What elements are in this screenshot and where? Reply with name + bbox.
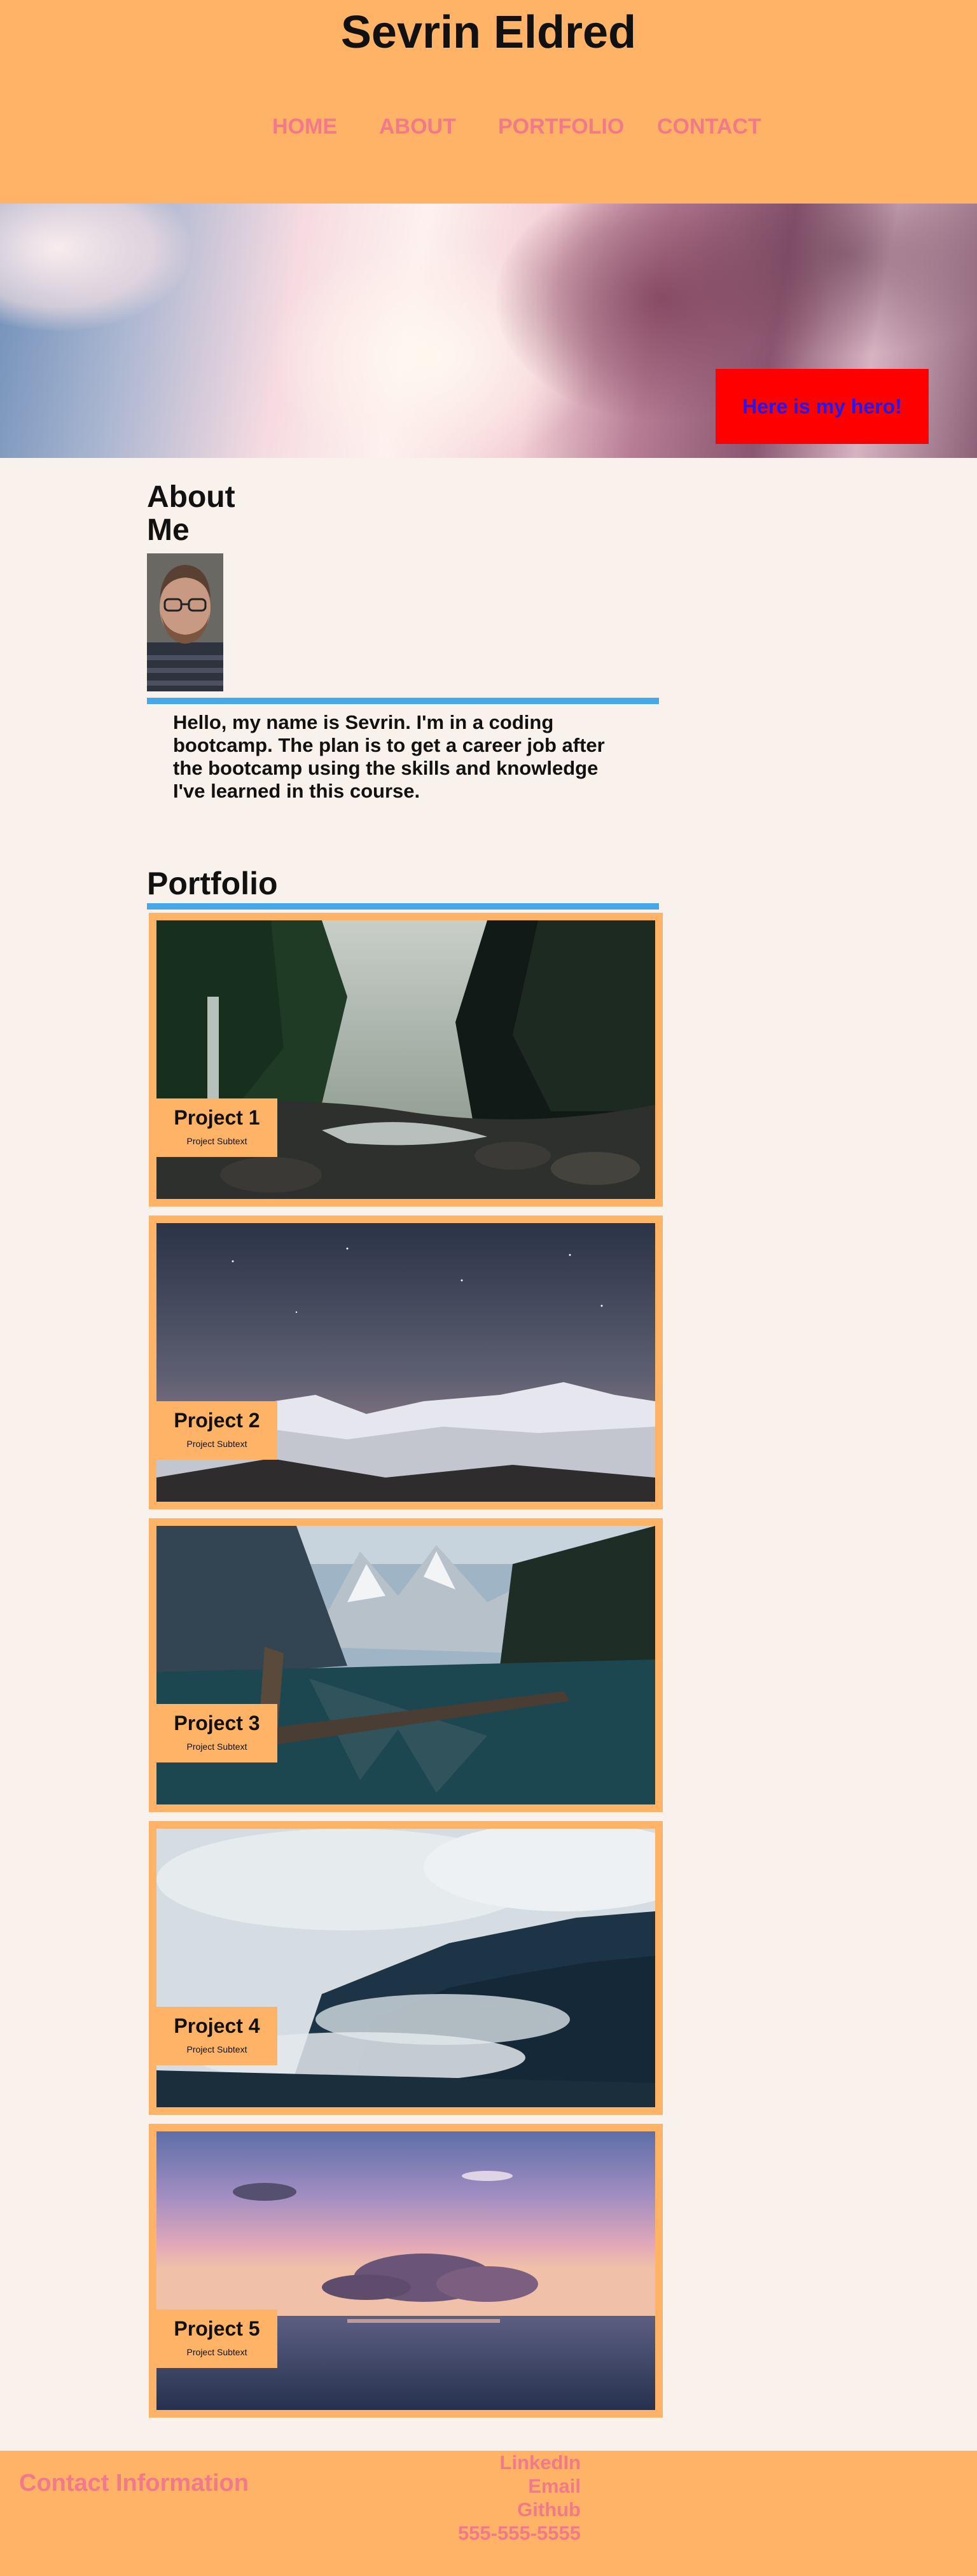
portfolio-heading: Portfolio — [147, 866, 278, 901]
project-label: Project 1 Project Subtext — [156, 1098, 277, 1157]
github-link[interactable]: Github — [458, 2498, 581, 2521]
hero-callout: Here is my hero! — [716, 369, 929, 444]
nav-home-link[interactable]: HOME — [272, 114, 337, 139]
project-card[interactable]: Project 1 Project Subtext — [149, 913, 663, 1207]
project-subtitle: Project Subtext — [186, 1439, 247, 1449]
nav-contact-link[interactable]: CONTACT — [657, 114, 761, 139]
site-header: Sevrin Eldred HOME ABOUT PORTFOLIO CONTA… — [0, 0, 977, 204]
project-card[interactable]: Project 5 Project Subtext — [149, 2124, 663, 2418]
project-title: Project 4 — [174, 2014, 260, 2037]
contact-heading: Contact Information — [19, 2470, 249, 2496]
hero-cloud — [0, 204, 191, 331]
portfolio-divider — [147, 903, 659, 910]
about-heading: About Me — [147, 480, 235, 547]
hero-banner: Here is my hero! — [0, 204, 977, 458]
nav-about-link[interactable]: ABOUT — [379, 114, 456, 139]
site-title: Sevrin Eldred — [340, 7, 637, 58]
project-subtitle: Project Subtext — [186, 1136, 247, 1146]
project-subtitle: Project Subtext — [186, 2044, 247, 2054]
avatar — [147, 553, 223, 691]
project-card[interactable]: Project 2 Project Subtext — [149, 1215, 663, 1509]
project-image — [156, 1526, 655, 1804]
project-card[interactable]: Project 3 Project Subtext — [149, 1518, 663, 1812]
project-image — [156, 920, 655, 1199]
project-image — [156, 1223, 655, 1502]
contact-links: LinkedIn Email Github 555-555-5555 — [458, 2451, 581, 2545]
project-label: Project 4 Project Subtext — [156, 2007, 277, 2065]
main-nav: HOME ABOUT PORTFOLIO CONTACT — [0, 114, 977, 140]
project-title: Project 2 — [174, 1409, 260, 1432]
project-card[interactable]: Project 4 Project Subtext — [149, 1821, 663, 2115]
project-label: Project 2 Project Subtext — [156, 1401, 277, 1460]
project-subtitle: Project Subtext — [186, 1742, 247, 1752]
project-title: Project 5 — [174, 2317, 260, 2340]
email-link[interactable]: Email — [458, 2474, 581, 2498]
project-label: Project 3 Project Subtext — [156, 1704, 277, 1762]
project-image — [156, 2131, 655, 2410]
linkedin-link[interactable]: LinkedIn — [458, 2451, 581, 2474]
about-text: Hello, my name is Sevrin. I'm in a codin… — [173, 711, 605, 802]
phone-link[interactable]: 555-555-5555 — [458, 2521, 581, 2545]
about-divider — [147, 698, 659, 704]
project-subtitle: Project Subtext — [186, 2347, 247, 2357]
project-title: Project 1 — [174, 1106, 260, 1129]
nav-portfolio-link[interactable]: PORTFOLIO — [498, 114, 624, 139]
project-image — [156, 1829, 655, 2107]
site-footer: Contact Information LinkedIn Email Githu… — [0, 2451, 977, 2576]
project-title: Project 3 — [174, 1712, 260, 1735]
project-label: Project 5 Project Subtext — [156, 2309, 277, 2368]
